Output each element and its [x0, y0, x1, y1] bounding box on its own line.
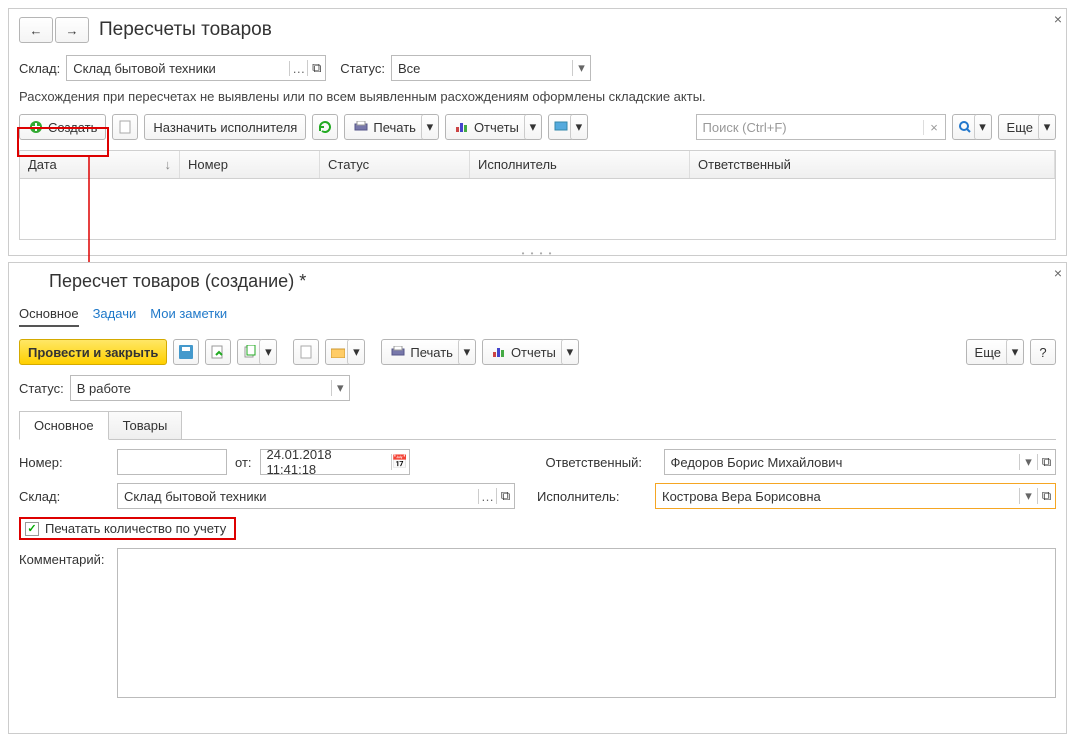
- chevron-down-icon[interactable]: ▾: [331, 380, 349, 396]
- printer-icon: [390, 344, 406, 360]
- help-button[interactable]: ?: [1030, 339, 1056, 365]
- form-title: Пересчет товаров (создание) *: [49, 271, 306, 292]
- refresh-button[interactable]: [312, 114, 338, 140]
- print-qty-checkbox[interactable]: ✓ Печатать количество по учету: [19, 517, 232, 540]
- post-button[interactable]: [205, 339, 231, 365]
- tab-notes[interactable]: Мои заметки: [150, 306, 227, 327]
- checkbox-icon: ✓: [25, 522, 39, 536]
- more-dropdown[interactable]: ▾: [1038, 114, 1056, 140]
- executor-select[interactable]: Кострова Вера Борисовна ▾ ⧉: [655, 483, 1056, 509]
- warehouse-select-2[interactable]: Склад бытовой техники … ⧉: [117, 483, 515, 509]
- print-button-2[interactable]: Печать: [381, 339, 462, 365]
- hint-text: Расхождения при пересчетах не выявлены и…: [9, 85, 1066, 108]
- sort-arrow-icon[interactable]: ↓: [165, 157, 172, 172]
- recounts-list-window: × ← → Пересчеты товаров Склад: Склад быт…: [8, 8, 1067, 256]
- post-icon: [210, 344, 226, 360]
- reports-button-2[interactable]: Отчеты: [482, 339, 565, 365]
- status-select[interactable]: Все ▾: [391, 55, 591, 81]
- subtab-goods[interactable]: Товары: [108, 411, 183, 440]
- more-button[interactable]: Еще: [998, 114, 1042, 140]
- tab-tasks[interactable]: Задачи: [93, 306, 137, 327]
- grid-body: [20, 179, 1055, 239]
- chevron-down-icon[interactable]: ▾: [1019, 488, 1037, 504]
- basedon-dropdown[interactable]: ▾: [259, 339, 277, 365]
- close-icon[interactable]: ×: [1054, 11, 1062, 27]
- executor-label: Исполнитель:: [537, 489, 647, 504]
- comment-label: Комментарий:: [19, 548, 109, 698]
- more-button-2[interactable]: Еще: [966, 339, 1010, 365]
- reports-dropdown-2[interactable]: ▾: [561, 339, 579, 365]
- reports-button[interactable]: Отчеты: [445, 114, 528, 140]
- number-label: Номер:: [19, 455, 109, 470]
- ellipsis-icon[interactable]: …: [478, 489, 496, 504]
- toolbar: Создать Назначить исполнителя Печать ▾ О…: [9, 108, 1066, 146]
- chevron-down-icon[interactable]: ▾: [572, 60, 590, 76]
- create-button[interactable]: Создать: [19, 114, 106, 140]
- tag-icon: [553, 119, 569, 135]
- print-dropdown[interactable]: ▾: [421, 114, 439, 140]
- status-label-2: Статус:: [19, 381, 64, 396]
- warehouse-label: Склад:: [19, 61, 60, 76]
- col-status[interactable]: Статус: [320, 151, 470, 178]
- assign-executor-button[interactable]: Назначить исполнителя: [144, 114, 306, 140]
- ellipsis-icon[interactable]: …: [289, 61, 307, 76]
- chevron-down-icon[interactable]: ▾: [1019, 454, 1037, 470]
- close-icon[interactable]: ×: [1054, 265, 1062, 281]
- tag-dropdown[interactable]: ▾: [570, 114, 588, 140]
- plus-circle-icon: [28, 119, 44, 135]
- nav-back-button[interactable]: ←: [19, 17, 53, 43]
- date-label: от:: [235, 455, 252, 470]
- refresh-icon: [317, 119, 333, 135]
- nav-forward-button[interactable]: →: [55, 17, 89, 43]
- reports-dropdown[interactable]: ▾: [524, 114, 542, 140]
- form-toolbar: Провести и закрыть ▾ ▾ Печать ▾ Отчеты ▾: [9, 333, 1066, 371]
- printer-icon: [353, 119, 369, 135]
- disk-icon: [178, 344, 194, 360]
- status-select-2[interactable]: В работе ▾: [70, 375, 350, 401]
- open-icon[interactable]: ⧉: [307, 60, 325, 76]
- recount-create-window: × Пересчет товаров (создание) * Основное…: [8, 262, 1067, 734]
- status-label: Статус:: [340, 61, 385, 76]
- attach-button[interactable]: [293, 339, 319, 365]
- col-responsible[interactable]: Ответственный: [690, 151, 1055, 178]
- clear-icon[interactable]: ×: [923, 120, 945, 135]
- open-icon[interactable]: ⧉: [1037, 488, 1055, 504]
- responsible-label: Ответственный:: [546, 455, 656, 470]
- chart-icon: [491, 344, 507, 360]
- copy-button[interactable]: [112, 114, 138, 140]
- col-number[interactable]: Номер: [180, 151, 320, 178]
- save-button[interactable]: [173, 339, 199, 365]
- print-dropdown-2[interactable]: ▾: [458, 339, 476, 365]
- col-executor[interactable]: Исполнитель: [470, 151, 690, 178]
- documents-icon: [242, 344, 258, 360]
- comment-field[interactable]: [117, 548, 1056, 698]
- tab-main[interactable]: Основное: [19, 306, 79, 327]
- col-date: Дата↓: [20, 151, 180, 178]
- search-dropdown[interactable]: ▾: [974, 114, 992, 140]
- folder-icon: [330, 344, 346, 360]
- document-icon: [117, 119, 133, 135]
- more-dropdown-2[interactable]: ▾: [1006, 339, 1024, 365]
- responsible-select[interactable]: Федоров Борис Михайлович ▾ ⧉: [664, 449, 1056, 475]
- chart-icon: [454, 119, 470, 135]
- warehouse-select[interactable]: Склад бытовой техники … ⧉: [66, 55, 326, 81]
- warehouse-label-2: Склад:: [19, 489, 109, 504]
- calendar-icon[interactable]: 📅: [391, 454, 409, 470]
- subtab-main[interactable]: Основное: [19, 411, 109, 440]
- print-button[interactable]: Печать: [344, 114, 425, 140]
- open-icon[interactable]: ⧉: [1037, 454, 1055, 470]
- number-field[interactable]: [117, 449, 227, 475]
- clip-icon: [298, 344, 314, 360]
- page-title: Пересчеты товаров: [99, 19, 272, 41]
- search-input[interactable]: ×: [696, 114, 946, 140]
- goto-dropdown[interactable]: ▾: [347, 339, 365, 365]
- post-and-close-button[interactable]: Провести и закрыть: [19, 339, 167, 365]
- search-icon: [957, 119, 973, 135]
- date-field[interactable]: 24.01.2018 11:41:18 📅: [260, 449, 410, 475]
- recounts-grid[interactable]: Дата↓ Номер Статус Исполнитель Ответстве…: [19, 150, 1056, 240]
- resize-grip[interactable]: • • • •: [9, 251, 1066, 255]
- nav-tabs: Основное Задачи Мои заметки: [9, 300, 1066, 333]
- open-icon[interactable]: ⧉: [496, 488, 514, 504]
